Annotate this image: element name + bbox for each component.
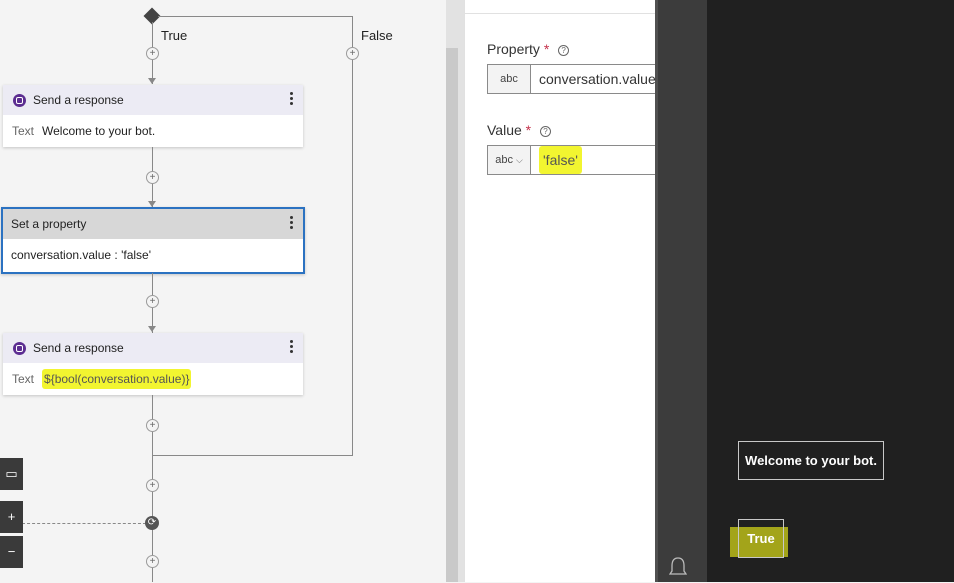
bot-icon	[13, 93, 26, 107]
send-response-card[interactable]: Send a response Text Welcome to your bot…	[3, 85, 303, 147]
card-title: Set a property	[11, 217, 87, 231]
bot-message: Welcome to your bot.	[738, 441, 884, 480]
card-header: Set a property	[3, 209, 303, 239]
value-type-selector[interactable]: abc ⌵	[487, 145, 531, 175]
web-chat-emulator: Welcome to your bot. True	[707, 0, 954, 582]
flow-canvas[interactable]: True False + + Send a response Text Welc…	[0, 0, 446, 582]
zoom-in-button[interactable]: +	[0, 501, 23, 533]
panel-divider	[465, 13, 656, 14]
property-input[interactable]: conversation.value	[531, 64, 656, 94]
set-property-card[interactable]: Set a property conversation.value : 'fal…	[1, 207, 305, 274]
branch-false-label: False	[361, 28, 393, 43]
card-title: Send a response	[33, 93, 124, 107]
send-response-card[interactable]: Send a response Text ${bool(conversation…	[3, 333, 303, 395]
help-icon[interactable]: ?	[540, 126, 552, 137]
properties-panel: Property * ? abc conversation.value Valu…	[464, 0, 656, 582]
add-node-button[interactable]: +	[146, 555, 159, 568]
splitter-edge	[655, 0, 658, 582]
bot-icon	[13, 341, 26, 355]
arrow-icon	[148, 326, 156, 332]
add-node-button[interactable]: +	[146, 47, 159, 60]
more-options-icon[interactable]	[290, 340, 293, 356]
help-icon[interactable]: ?	[558, 45, 570, 56]
loop-node-icon[interactable]: ⟳	[145, 516, 159, 530]
dashed-link	[22, 523, 146, 524]
arrow-icon	[148, 78, 156, 84]
connector	[158, 16, 353, 17]
type-label: abc	[495, 154, 513, 166]
value-field-label: Value * ?	[487, 122, 552, 138]
add-node-button[interactable]: +	[146, 479, 159, 492]
more-options-icon[interactable]	[290, 216, 293, 232]
card-body-value: ${bool(conversation.value)}	[42, 369, 192, 389]
chevron-down-icon: ⌵	[515, 154, 523, 165]
value-input-value: 'false'	[539, 146, 582, 174]
card-body-value: conversation.value : 'false'	[11, 248, 151, 262]
card-body-label: Text	[12, 372, 35, 386]
message-text: True	[747, 531, 775, 546]
card-body: Text Welcome to your bot.	[3, 115, 303, 147]
property-label-text: Property	[487, 41, 540, 57]
connector	[352, 16, 353, 456]
required-mark: *	[525, 122, 532, 138]
card-header: Send a response	[3, 333, 303, 363]
card-body: Text ${bool(conversation.value)}	[3, 363, 303, 395]
branch-true-label: True	[161, 28, 188, 43]
zoom-in-icon: +	[7, 509, 16, 524]
bot-message: True	[738, 519, 784, 558]
zoom-out-button[interactable]: −	[0, 536, 23, 568]
card-body-value: Welcome to your bot.	[42, 124, 156, 138]
bell-icon[interactable]	[668, 556, 688, 578]
fit-view-button[interactable]: ▭	[0, 458, 23, 490]
property-type-selector[interactable]: abc	[487, 64, 531, 94]
card-body: conversation.value : 'false'	[3, 239, 303, 271]
add-node-button[interactable]: +	[346, 47, 359, 60]
property-input-value: conversation.value	[539, 71, 656, 87]
connector	[152, 455, 353, 456]
card-title: Send a response	[33, 341, 124, 355]
message-text: Welcome to your bot.	[745, 453, 877, 468]
add-node-button[interactable]: +	[146, 295, 159, 308]
required-mark: *	[543, 41, 550, 57]
panel-splitter[interactable]	[655, 0, 707, 582]
canvas-scrollbar[interactable]	[446, 0, 464, 582]
add-node-button[interactable]: +	[146, 419, 159, 432]
zoom-out-icon: −	[7, 544, 16, 559]
more-options-icon[interactable]	[290, 92, 293, 108]
card-body-label: Text	[12, 124, 35, 138]
type-label: abc	[500, 73, 518, 85]
card-header: Send a response	[3, 85, 303, 115]
value-label-text: Value	[487, 122, 522, 138]
add-node-button[interactable]: +	[146, 171, 159, 184]
property-field-label: Property * ?	[487, 41, 570, 57]
value-input[interactable]: 'false'	[531, 145, 656, 175]
scrollbar-thumb[interactable]	[446, 48, 458, 582]
